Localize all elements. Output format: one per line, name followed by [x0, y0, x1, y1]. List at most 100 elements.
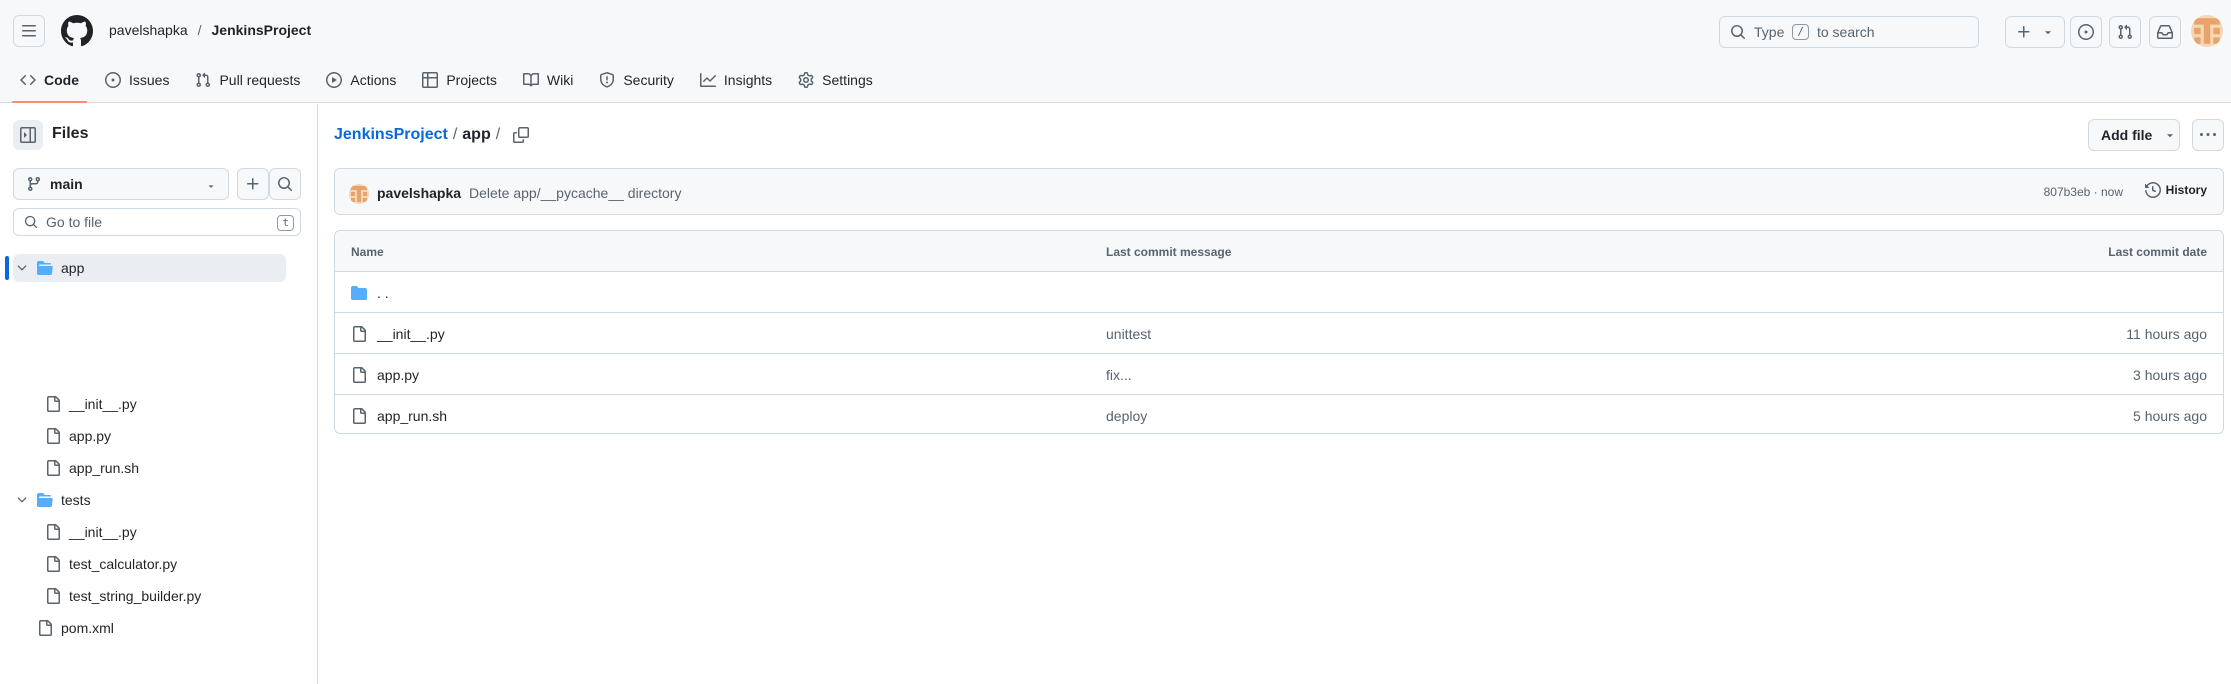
tree-folder-tests[interactable]: tests — [15, 486, 91, 514]
tree-label: app.py — [69, 428, 112, 444]
user-avatar[interactable] — [2191, 15, 2223, 47]
commit-author-link[interactable]: pavelshapka — [377, 185, 461, 201]
your-pull-requests-button[interactable] — [2109, 16, 2141, 48]
tab-actions[interactable]: Actions — [318, 64, 404, 96]
chevron-down-icon — [17, 497, 27, 503]
table-icon — [422, 72, 439, 88]
table-row[interactable]: __init__.py unittest 11 hours ago — [335, 313, 2223, 354]
search-icon — [24, 215, 38, 229]
column-header-message: Last commit message — [1106, 245, 1232, 259]
folder-open-icon — [37, 493, 53, 507]
search-prefix: Type — [1754, 24, 1785, 40]
breadcrumb-current-dir: app — [462, 126, 491, 143]
tree-file-init[interactable]: __init__.py — [45, 390, 137, 418]
triangle-down-icon — [208, 185, 214, 188]
tree-file-pom[interactable]: pom.xml — [37, 614, 114, 642]
file-icon — [47, 396, 60, 412]
create-new-button[interactable] — [2005, 16, 2065, 48]
file-name-link[interactable]: app_run.sh — [377, 408, 447, 424]
tab-label: Actions — [350, 72, 397, 88]
notifications-button[interactable] — [2149, 16, 2181, 48]
tree-file-test-calculator[interactable]: test_calculator.py — [45, 550, 177, 578]
tree-label: app_run.sh — [69, 460, 140, 476]
triangle-down-icon — [2167, 134, 2174, 138]
commit-message-link[interactable]: deploy — [1106, 408, 1147, 424]
search-input[interactable]: Type / to search — [1719, 16, 1979, 48]
commit-sha-time[interactable]: 807b3eb · now — [2044, 185, 2123, 199]
commit-date: 3 hours ago — [2133, 367, 2207, 383]
add-file-button[interactable]: Add file — [2088, 119, 2180, 151]
breadcrumb-repo-link[interactable]: JenkinsProject — [334, 126, 448, 144]
your-issues-button[interactable] — [2070, 16, 2102, 48]
column-header-name: Name — [351, 245, 384, 259]
tab-security[interactable]: Security — [591, 64, 682, 96]
tree-folder-app[interactable]: app — [13, 254, 286, 282]
github-logo-icon[interactable] — [61, 15, 93, 47]
go-to-file-placeholder: Go to file — [46, 214, 103, 230]
owner-link[interactable]: pavelshapka — [109, 22, 188, 38]
play-icon — [326, 72, 343, 88]
shield-icon — [600, 72, 615, 88]
tab-issues[interactable]: Issues — [97, 64, 177, 96]
tree-label: pom.xml — [61, 620, 114, 636]
go-to-file-input[interactable]: Go to file t — [13, 208, 301, 236]
table-row[interactable]: app_run.sh deploy 5 hours ago — [335, 395, 2223, 433]
tab-label: Insights — [723, 72, 773, 88]
tab-settings[interactable]: Settings — [790, 64, 881, 96]
history-icon — [2144, 182, 2161, 198]
commit-message-link[interactable]: unittest — [1106, 326, 1151, 342]
avatar-identicon-icon — [349, 184, 369, 204]
tab-projects[interactable]: Projects — [414, 64, 505, 96]
tree-label: __init__.py — [69, 524, 137, 540]
search-suffix: to search — [1816, 24, 1875, 40]
tab-label: Projects — [446, 72, 497, 88]
add-file-sidebar-button[interactable] — [237, 168, 269, 200]
commit-message-link[interactable]: fix... — [1106, 367, 1132, 383]
tab-label: Pull requests — [219, 72, 301, 88]
commit-author-avatar[interactable] — [349, 184, 369, 204]
search-icon — [278, 177, 292, 191]
tab-code[interactable]: Code — [12, 64, 87, 103]
tree-file-app-run[interactable]: app_run.sh — [45, 454, 139, 482]
file-icon — [47, 524, 60, 540]
more-options-button[interactable] — [2192, 119, 2224, 151]
tab-pull-requests[interactable]: Pull requests — [187, 64, 308, 96]
tree-file-tests-init[interactable]: __init__.py — [45, 518, 137, 546]
table-row[interactable]: app.py fix... 3 hours ago — [335, 354, 2223, 395]
branch-selector[interactable]: main — [13, 168, 229, 200]
tab-wiki[interactable]: Wiki — [515, 64, 581, 96]
tree-label: test_string_builder.py — [69, 588, 202, 604]
folder-icon — [351, 286, 367, 300]
table-row-parent[interactable]: . . — [335, 272, 2223, 313]
tab-label: Settings — [822, 72, 873, 88]
repo-link[interactable]: JenkinsProject — [212, 22, 312, 38]
book-icon — [522, 72, 539, 87]
search-icon — [1731, 25, 1745, 39]
chevron-down-icon — [17, 265, 27, 271]
collapse-sidebar-button[interactable] — [13, 120, 43, 150]
tab-label: Issues — [129, 72, 170, 88]
menu-button[interactable] — [13, 15, 45, 47]
history-button[interactable]: History — [2144, 182, 2207, 198]
git-branch-icon — [27, 177, 40, 192]
plus-icon — [247, 178, 259, 190]
parent-directory-link[interactable]: . . — [377, 285, 389, 301]
active-item-indicator — [5, 256, 9, 280]
go-to-file-shortcut: t — [277, 215, 294, 231]
repo-breadcrumb: pavelshapka / JenkinsProject — [109, 22, 311, 38]
commit-message-link[interactable]: Delete app/__pycache__ directory — [469, 185, 681, 201]
search-files-button[interactable] — [269, 168, 301, 200]
tab-insights[interactable]: Insights — [692, 64, 780, 96]
hamburger-icon — [22, 25, 36, 37]
file-icon — [353, 367, 366, 383]
tree-file-test-string-builder[interactable]: test_string_builder.py — [45, 582, 201, 610]
search-shortcut-key: / — [1792, 24, 1809, 40]
file-icon — [47, 428, 60, 444]
copy-path-icon[interactable] — [513, 127, 530, 143]
tree-label: app — [61, 260, 85, 276]
file-name-link[interactable]: __init__.py — [377, 326, 445, 342]
git-pull-request-icon — [196, 72, 211, 88]
tree-file-app-py[interactable]: app.py — [45, 422, 111, 450]
file-name-link[interactable]: app.py — [377, 367, 419, 383]
issue-opened-icon — [2078, 24, 2094, 40]
